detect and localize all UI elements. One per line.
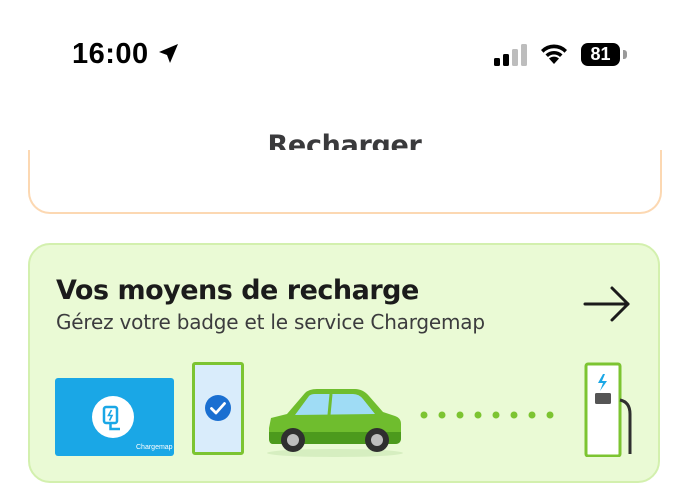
car-icon xyxy=(267,389,403,457)
badge-card: Chargemap xyxy=(55,378,174,456)
card-title: Vos moyens de recharge xyxy=(56,275,419,306)
badge-circle xyxy=(92,396,134,438)
badge-brand: Chargemap xyxy=(136,444,173,451)
cable-dots xyxy=(420,411,554,419)
location-arrow-icon xyxy=(159,44,178,63)
phone-illustration xyxy=(192,362,244,455)
charging-station-icon xyxy=(584,362,632,457)
battery-icon: 81 xyxy=(581,43,620,66)
card-subtitle: Gérez votre badge et le service Chargema… xyxy=(56,310,485,334)
check-icon xyxy=(205,395,231,421)
plug-icon xyxy=(102,405,120,431)
cellular-signal-icon xyxy=(494,44,527,66)
wifi-icon xyxy=(541,44,567,64)
battery-level: 81 xyxy=(590,44,611,64)
battery-nub xyxy=(623,50,627,59)
arrow-right-icon[interactable] xyxy=(582,284,632,324)
status-time: 16:00 xyxy=(72,38,149,70)
previous-card[interactable] xyxy=(28,150,662,214)
